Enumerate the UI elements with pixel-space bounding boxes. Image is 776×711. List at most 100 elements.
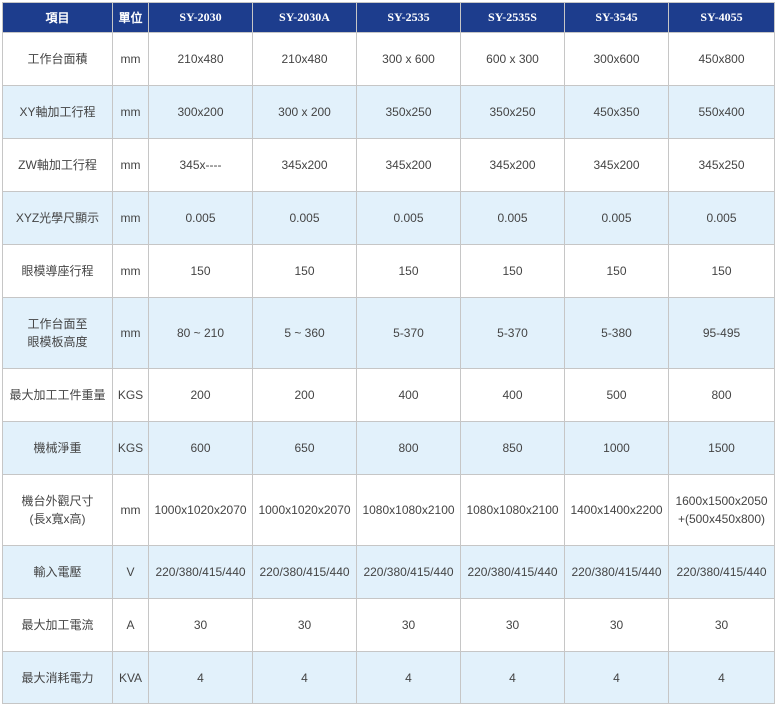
row-label-line: XYZ光學尺顯示 (15, 211, 100, 225)
value-cell: 1600x1500x2050 +(500x450x800) (668, 474, 775, 546)
row-label-line: (長x寬x高) (29, 512, 86, 526)
row-label: XYZ光學尺顯示 (2, 191, 113, 245)
row-unit: mm (112, 85, 149, 139)
table-row: 機台外觀尺寸 (長x寬x高) mm 1000x1020x2070 1000x1020x2… (2, 474, 775, 546)
value-line: 200 (190, 388, 211, 402)
row-label-line: 眼模板高度 (27, 335, 88, 349)
value-cell: 30 (564, 598, 669, 652)
value-line: 1000 (603, 441, 630, 455)
value-line: 1600x1500x2050 (675, 494, 768, 508)
value-line: 220/380/415/440 (363, 565, 454, 579)
value-line: 350x250 (489, 105, 536, 119)
value-line: 30 (714, 618, 729, 632)
value-cell: 150 (356, 244, 461, 298)
value-cell: 345x---- (148, 138, 253, 192)
value-line: 210x480 (281, 52, 328, 66)
value-line: +(500x450x800) (677, 512, 766, 526)
value-line: 0.005 (289, 211, 320, 225)
value-cell: 300x600 (564, 32, 669, 86)
value-cell: 345x200 (356, 138, 461, 192)
header-item: 項目 (2, 2, 113, 33)
row-label: 輸入電壓 (2, 545, 113, 599)
value-cell: 300 x 600 (356, 32, 461, 86)
value-line: 345x200 (593, 158, 640, 172)
value-cell: 4 (252, 651, 357, 704)
value-cell: 0.005 (668, 191, 775, 245)
row-label: 最大加工電流 (2, 598, 113, 652)
value-cell: 30 (356, 598, 461, 652)
header-model: SY-2535S (460, 2, 565, 33)
value-cell: 0.005 (356, 191, 461, 245)
value-cell: 30 (148, 598, 253, 652)
row-unit: KGS (112, 368, 149, 422)
row-label-line: 最大加工工件重量 (9, 388, 106, 402)
value-line: 1000x1020x2070 (154, 503, 247, 517)
value-line: 0.005 (601, 211, 632, 225)
value-line: 4 (718, 670, 725, 685)
value-line: 650 (294, 441, 315, 455)
value-line: 1500 (708, 441, 735, 455)
value-cell: 210x480 (252, 32, 357, 86)
row-unit: A (112, 598, 149, 652)
value-line: 0.005 (706, 211, 737, 225)
value-cell: 400 (460, 368, 565, 422)
value-line: 300 x 200 (278, 105, 331, 119)
value-cell: 600 (148, 421, 253, 475)
value-cell: 30 (668, 598, 775, 652)
value-line: 4 (197, 670, 204, 685)
value-cell: 1000 (564, 421, 669, 475)
row-unit: V (112, 545, 149, 599)
table-row: 最大消耗電力 KVA 4 4 4 4 4 4 (2, 651, 775, 704)
value-cell: 4 (668, 651, 775, 704)
value-cell: 200 (252, 368, 357, 422)
value-line: 800 (711, 388, 732, 402)
value-cell: 350x250 (460, 85, 565, 139)
value-line: 345x250 (698, 158, 745, 172)
value-cell: 4 (148, 651, 253, 704)
value-cell: 345x200 (252, 138, 357, 192)
value-line: 1000x1020x2070 (258, 503, 351, 517)
value-cell: 30 (252, 598, 357, 652)
row-label: 機台外觀尺寸 (長x寬x高) (2, 474, 113, 546)
value-cell: 345x250 (668, 138, 775, 192)
value-line: 5-380 (601, 326, 632, 340)
value-cell: 1000x1020x2070 (252, 474, 357, 546)
value-cell: 80 ~ 210 (148, 297, 253, 369)
value-line: 5-370 (497, 326, 528, 340)
value-line: 150 (502, 264, 523, 278)
value-line: 30 (193, 618, 208, 632)
value-line: 150 (711, 264, 732, 278)
value-line: 5 ~ 360 (284, 326, 325, 340)
value-line: 4 (509, 670, 516, 685)
value-cell: 4 (460, 651, 565, 704)
value-cell: 150 (668, 244, 775, 298)
value-cell: 1000x1020x2070 (148, 474, 253, 546)
value-cell: 1080x1080x2100 (356, 474, 461, 546)
row-label-line: 輸入電壓 (33, 565, 82, 579)
value-line: 345x---- (179, 158, 222, 172)
header-unit: 單位 (112, 2, 149, 33)
value-cell: 220/380/415/440 (668, 545, 775, 599)
value-line: 345x200 (385, 158, 432, 172)
value-line: 550x400 (698, 105, 745, 119)
spec-table: 項目 單位 SY-2030 SY-2030A SY-2535 SY-2535S … (2, 2, 775, 704)
table-row: XY軸加工行程 mm 300x200 300 x 200 350x250 350x250 4… (2, 85, 775, 139)
row-label: 眼模導座行程 (2, 244, 113, 298)
value-line: 400 (502, 388, 523, 402)
value-cell: 0.005 (564, 191, 669, 245)
value-line: 4 (301, 670, 308, 685)
value-cell: 0.005 (252, 191, 357, 245)
value-cell: 220/380/415/440 (460, 545, 565, 599)
row-label: 工作台面積 (2, 32, 113, 86)
row-label: 最大消耗電力 (2, 651, 113, 704)
value-cell: 220/380/415/440 (356, 545, 461, 599)
row-label: ZW軸加工行程 (2, 138, 113, 192)
value-cell: 5-370 (356, 297, 461, 369)
value-line: 30 (609, 618, 624, 632)
value-cell: 400 (356, 368, 461, 422)
header-model: SY-2535 (356, 2, 461, 33)
value-cell: 5-380 (564, 297, 669, 369)
row-label: 最大加工工件重量 (2, 368, 113, 422)
value-cell: 150 (252, 244, 357, 298)
value-line: 450x800 (698, 52, 745, 66)
